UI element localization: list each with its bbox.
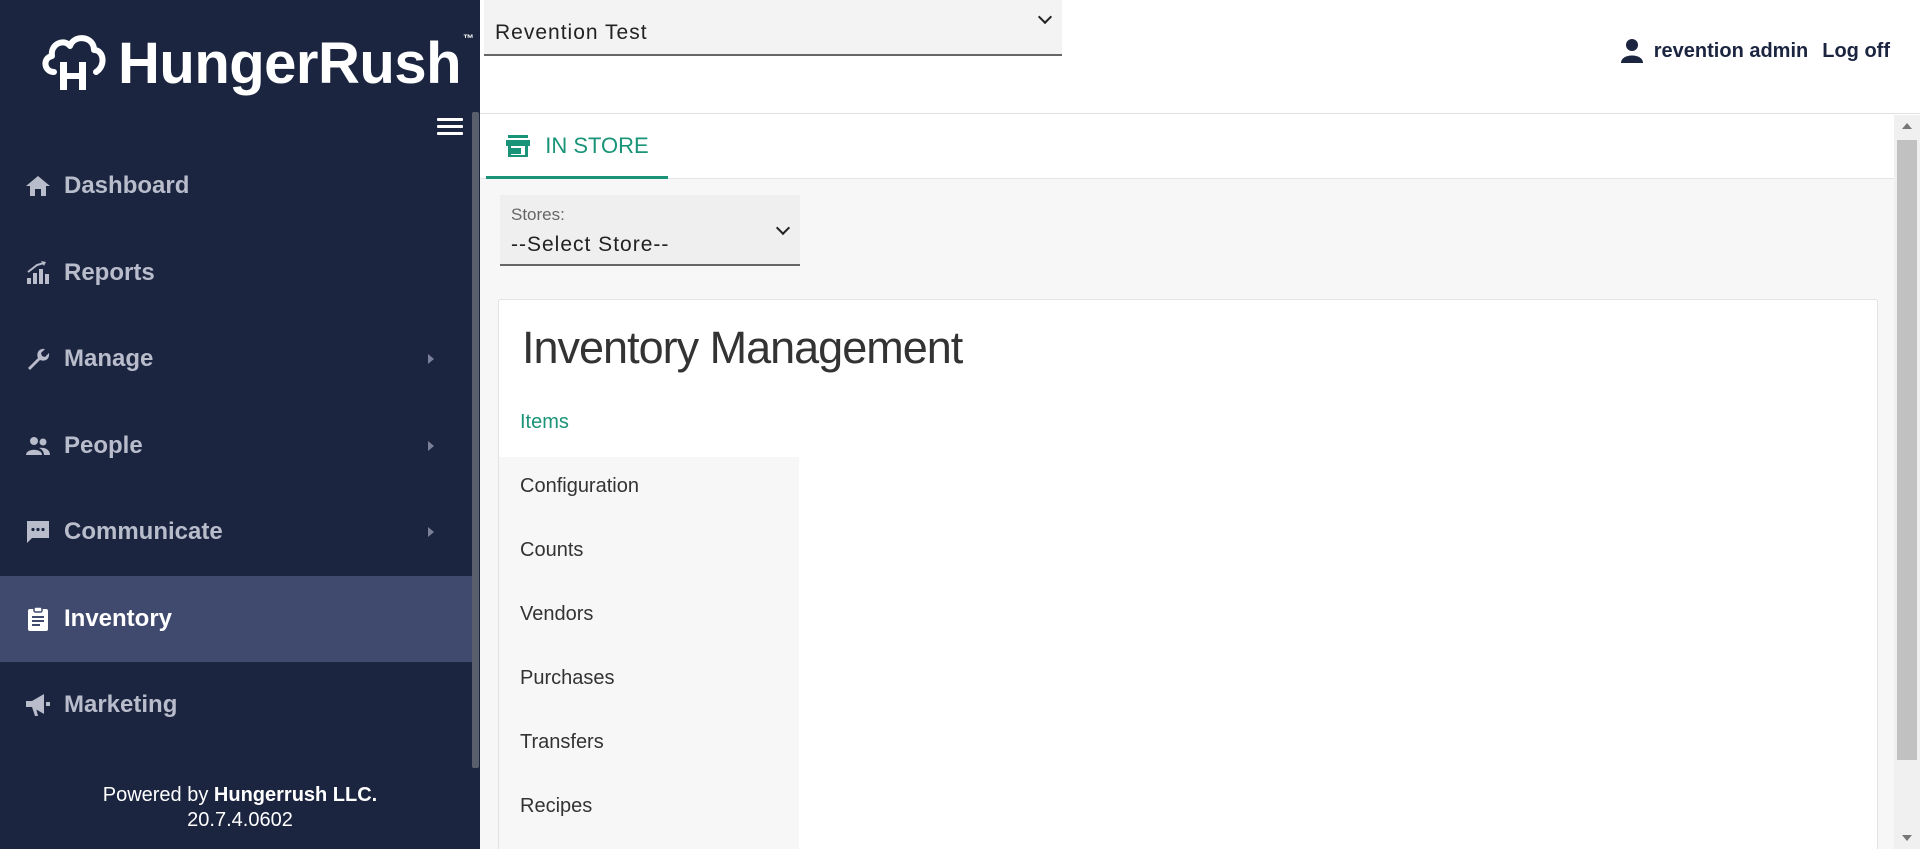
sidebar-item-reports[interactable]: Reports [0,230,472,317]
sidebar-item-label: Dashboard [64,172,190,200]
sidebar-item-label: People [64,431,143,459]
sidebar-nav: Dashboard Reports Manage People Communic… [0,143,472,749]
logoff-link[interactable]: Log off [1822,40,1890,63]
organization-select[interactable]: Revention Test [484,0,1062,56]
sidebar-scrollbar[interactable] [472,112,479,768]
app-version: 20.7.4.0602 [187,809,293,831]
store-select-label: Stores: [511,205,565,224]
wrench-icon [24,345,52,373]
trademark-symbol: ™ [463,33,474,45]
hungerrush-logo-icon [40,32,106,94]
chevron-right-icon [428,354,434,364]
megaphone-icon [24,691,52,719]
sidebar-item-label: Inventory [64,604,173,632]
sidebar-footer: Powered by Hungerrush LLC. 20.7.4.0602 [0,783,480,833]
main-content: IN STORE Stores: --Select Store-- Invent… [480,115,1894,849]
chevron-down-icon [1037,9,1053,25]
page-title: Inventory Management [522,322,963,373]
sidebar-item-people[interactable]: People [0,403,472,490]
sidebar-item-communicate[interactable]: Communicate [0,489,472,576]
people-icon [24,432,52,460]
inventory-menu-vendors[interactable]: Vendors [520,603,593,626]
chevron-down-icon [775,220,791,236]
store-select[interactable]: Stores: --Select Store-- [500,195,800,266]
inventory-menu-purchases[interactable]: Purchases [520,667,615,690]
main-scrollbar[interactable] [1894,115,1920,849]
brand-name: HungerRush [118,30,462,96]
person-icon [1620,38,1644,64]
chat-icon [24,518,52,546]
chevron-right-icon [428,440,434,451]
hamburger-icon[interactable] [437,118,463,138]
clipboard-icon [24,605,52,633]
store-icon [505,134,531,158]
company-name: Hungerrush LLC. [213,784,378,806]
tab-label: IN STORE [545,132,649,158]
organization-select-value: Revention Test [495,21,648,44]
user-area: revention admin Log off [1620,38,1890,64]
store-select-value: --Select Store-- [511,233,670,256]
inventory-menu-recipes[interactable]: Recipes [520,795,592,818]
inventory-menu-counts[interactable]: Counts [520,539,583,562]
scroll-down-arrow-icon[interactable] [1902,835,1912,841]
sidebar-item-label: Communicate [64,518,223,546]
home-icon [24,172,52,200]
user-name[interactable]: revention admin [1654,40,1808,63]
sidebar-item-label: Reports [64,258,155,286]
sidebar-item-manage[interactable]: Manage [0,316,472,403]
sidebar-item-label: Manage [64,345,154,373]
powered-by-prefix: Powered by [102,784,214,806]
scrollbar-thumb[interactable] [1897,140,1917,760]
sidebar: HungerRush ™ Dashboard Reports Manage Pe… [0,0,480,849]
inventory-menu-background [499,457,799,849]
sidebar-item-inventory[interactable]: Inventory [0,575,472,662]
tab-in-store[interactable]: IN STORE [486,115,668,179]
bar-chart-icon [24,259,52,287]
powered-by-line: Powered by Hungerrush LLC. [0,783,480,808]
inventory-menu-configuration[interactable]: Configuration [520,475,639,498]
top-header: Revention Test revention admin Log off [480,0,1920,114]
sidebar-item-marketing[interactable]: Marketing [0,662,472,749]
chevron-right-icon [428,527,434,537]
inventory-menu-items[interactable]: Items [520,411,569,434]
hungerrush-logo[interactable]: HungerRush ™ [40,28,474,98]
inventory-card: Inventory Management Items Configuration… [498,299,1878,849]
inventory-menu-transfers[interactable]: Transfers [520,731,604,754]
sidebar-item-label: Marketing [64,691,178,719]
sidebar-item-dashboard[interactable]: Dashboard [0,143,472,230]
tab-strip: IN STORE [480,115,1894,179]
scroll-up-arrow-icon[interactable] [1902,123,1912,129]
